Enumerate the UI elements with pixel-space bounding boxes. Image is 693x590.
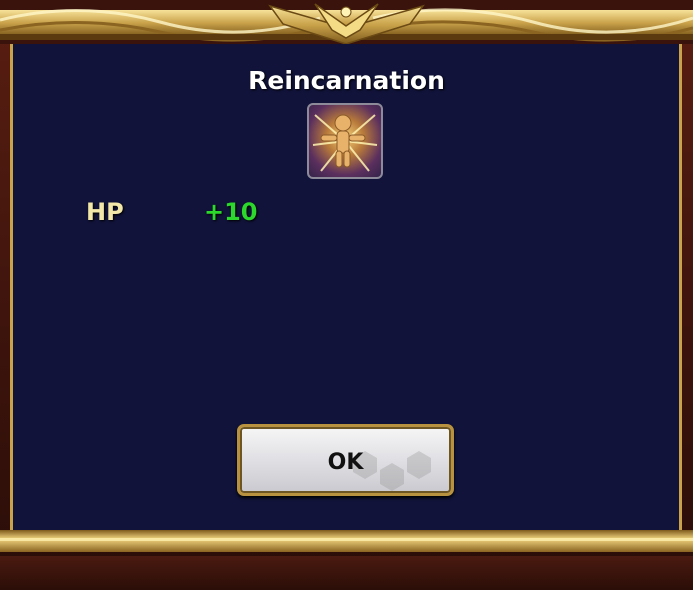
ok-button-label: OK (327, 450, 364, 475)
reincarnation-skill-icon (307, 103, 383, 179)
bottom-ornament (0, 530, 693, 552)
ok-button[interactable]: OK (237, 424, 454, 496)
top-ornament (0, 0, 693, 44)
stat-value-hp: +10 (204, 198, 258, 226)
stat-label-hp: HP (86, 198, 124, 226)
bottom-border (0, 556, 693, 590)
dialog-title: Reincarnation (248, 66, 445, 95)
